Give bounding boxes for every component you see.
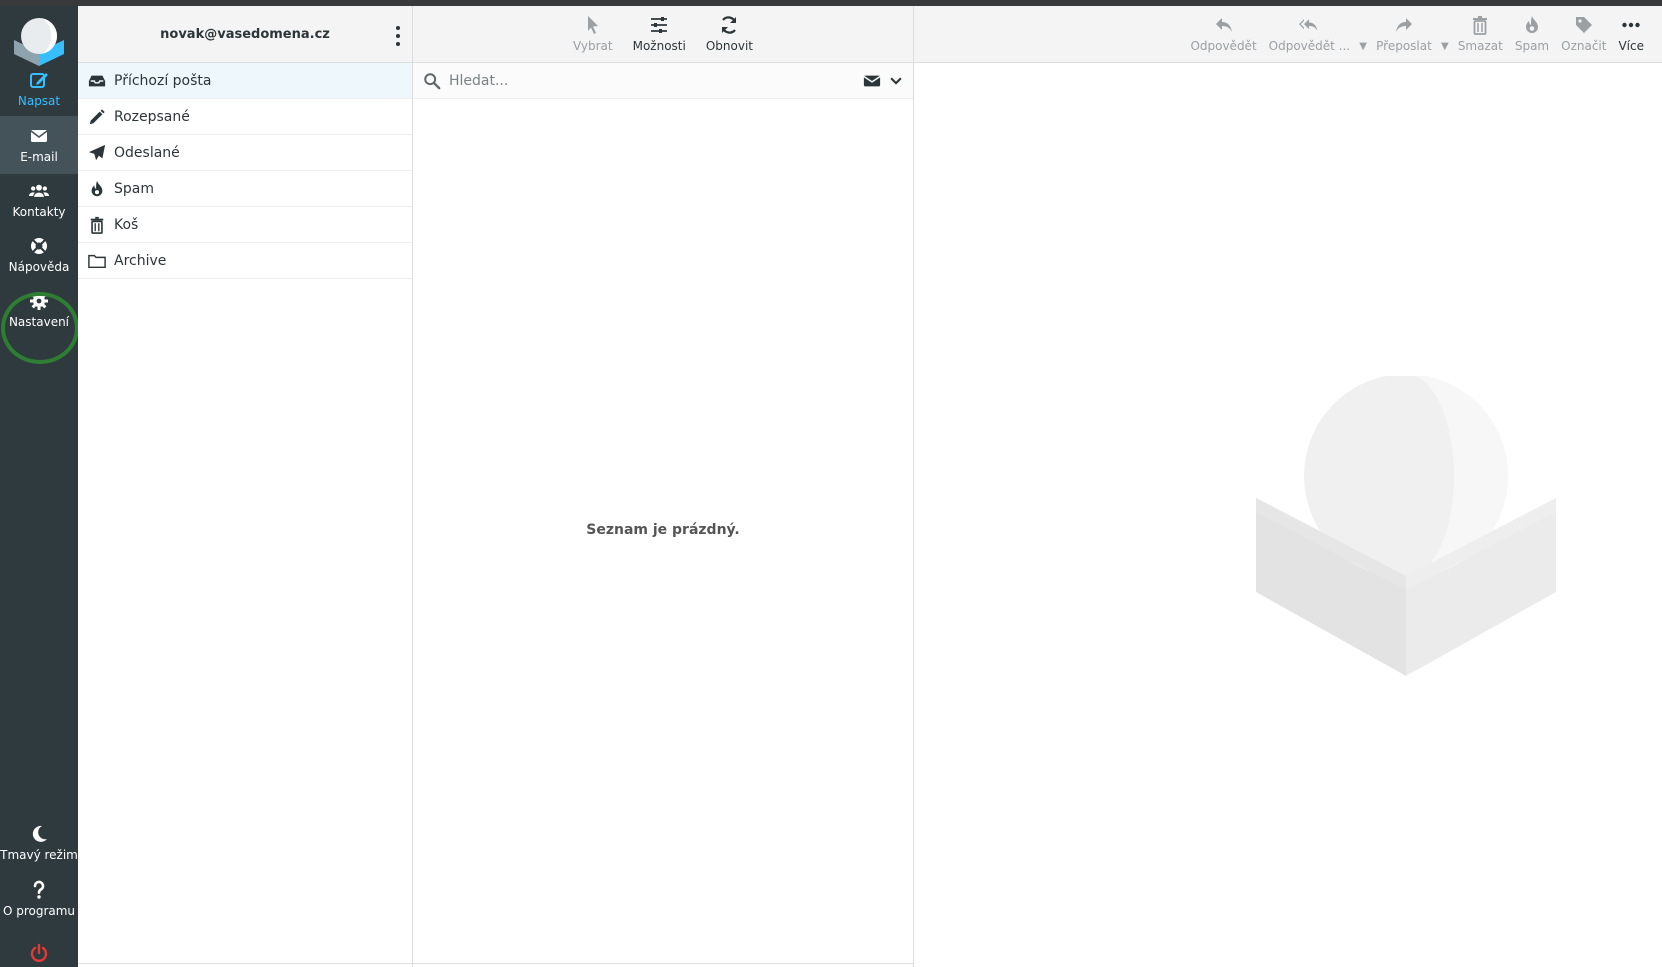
roundcube-logo[interactable] xyxy=(10,14,68,66)
message-preview-pane: Odpovědět Odpovědět ... ▼ Přeposlat ▼ Sm… xyxy=(914,6,1662,967)
forward-button[interactable]: Přeposlat xyxy=(1370,15,1438,53)
users-icon xyxy=(29,184,49,197)
reply-icon xyxy=(1215,18,1232,32)
trash-icon xyxy=(1473,16,1488,35)
tag-icon xyxy=(1575,17,1592,33)
folder-spam[interactable]: Spam xyxy=(78,171,412,207)
refresh-label: Obnovit xyxy=(705,39,753,53)
spam-label: Spam xyxy=(1514,39,1550,53)
moon-icon xyxy=(32,825,47,842)
sliders-icon xyxy=(651,17,668,33)
power-icon xyxy=(30,943,48,962)
refresh-icon xyxy=(722,16,737,34)
envelope-icon xyxy=(30,130,48,142)
folder-archive[interactable]: Archive xyxy=(78,243,412,279)
nav-logout[interactable] xyxy=(0,943,78,967)
forward-icon xyxy=(1395,18,1412,32)
mark-label: Označit xyxy=(1561,39,1607,53)
forward-dropdown-icon[interactable]: ▼ xyxy=(1438,16,1452,52)
folder-label: Koš xyxy=(114,216,139,233)
list-toolbar: Vybrat Možnosti Obnovit xyxy=(413,6,913,63)
lifebuoy-icon xyxy=(31,238,47,254)
spam-button[interactable]: Spam xyxy=(1509,15,1555,53)
nav-settings-label: Nastavení xyxy=(8,315,70,329)
nav-compose-label: Napsat xyxy=(17,94,61,108)
delete-label: Smazat xyxy=(1457,39,1503,53)
message-list-panel: Vybrat Možnosti Obnovit Hledat... Seznam… xyxy=(413,6,914,967)
question-icon xyxy=(33,880,45,899)
select-label: Vybrat xyxy=(573,39,613,53)
compose-icon xyxy=(30,73,48,88)
nav-contacts[interactable]: Kontakty xyxy=(0,171,78,229)
nav-email-label: E-mail xyxy=(20,150,58,164)
delete-button[interactable]: Smazat xyxy=(1452,15,1509,53)
empty-list-message: Seznam je prázdný. xyxy=(586,522,740,538)
folder-inbox[interactable]: Příchozí pošta xyxy=(78,63,412,99)
nav-help[interactable]: Nápověda xyxy=(0,226,78,284)
more-button[interactable]: Více xyxy=(1612,15,1650,53)
trash-icon xyxy=(90,216,104,234)
reply-label: Odpovědět xyxy=(1190,39,1257,53)
nav-about[interactable]: O programu xyxy=(0,870,78,928)
paper-plane-icon xyxy=(88,144,106,160)
folder-label: Archive xyxy=(114,252,167,269)
reply-all-dropdown-icon[interactable]: ▼ xyxy=(1356,16,1370,52)
account-email: novak@vasedomena.cz xyxy=(160,26,330,42)
nav-dark-mode-label: Tmavý režim xyxy=(0,848,78,862)
nav-contacts-label: Kontakty xyxy=(12,205,66,219)
more-label: Více xyxy=(1618,39,1644,53)
chevron-down-icon[interactable] xyxy=(889,74,903,88)
select-button[interactable]: Vybrat xyxy=(567,15,619,53)
reply-all-button[interactable]: Odpovědět ... xyxy=(1263,15,1356,53)
account-menu-icon[interactable] xyxy=(392,26,404,46)
message-list-footer xyxy=(413,963,913,967)
search-icon[interactable] xyxy=(423,72,441,90)
reply-all-label: Odpovědět ... xyxy=(1268,39,1351,53)
folder-label: Rozepsané xyxy=(114,108,190,125)
nav-email[interactable]: E-mail xyxy=(0,116,78,174)
search-bar: Hledat... xyxy=(413,63,913,99)
folder-label: Příchozí pošta xyxy=(114,72,212,89)
nav-compose[interactable]: Napsat xyxy=(0,60,78,118)
folder-drafts[interactable]: Rozepsané xyxy=(78,99,412,135)
main-navigation: Napsat E-mail Kontakty Nápověda Nastaven… xyxy=(0,6,78,967)
forward-label: Přeposlat xyxy=(1376,39,1432,53)
envelope-filter-icon[interactable] xyxy=(863,72,881,90)
fire-icon xyxy=(1525,16,1538,33)
folder-panel: novak@vasedomena.cz Příchozí pošta Rozep… xyxy=(78,6,413,967)
nav-settings[interactable]: Nastavení xyxy=(0,281,78,339)
more-icon xyxy=(1622,22,1640,28)
search-input[interactable]: Hledat... xyxy=(449,73,863,89)
mark-button[interactable]: Označit xyxy=(1555,15,1612,53)
gear-icon xyxy=(30,292,48,310)
folder-panel-footer xyxy=(78,963,412,967)
folder-trash[interactable]: Koš xyxy=(78,207,412,243)
message-toolbar: Odpovědět Odpovědět ... ▼ Přeposlat ▼ Sm… xyxy=(914,6,1662,63)
reply-all-icon xyxy=(1299,19,1318,31)
fire-icon xyxy=(91,180,103,196)
folder-label: Odeslané xyxy=(114,144,180,161)
roundcube-watermark-logo xyxy=(1256,376,1556,676)
options-label: Možnosti xyxy=(632,39,686,53)
cursor-icon xyxy=(587,16,598,34)
folder-label: Spam xyxy=(114,180,154,197)
nav-about-label: O programu xyxy=(2,904,76,918)
reply-button[interactable]: Odpovědět xyxy=(1184,15,1262,53)
inbox-icon xyxy=(88,75,106,86)
options-button[interactable]: Možnosti xyxy=(627,15,692,53)
refresh-button[interactable]: Obnovit xyxy=(700,15,759,53)
pencil-icon xyxy=(89,108,105,124)
nav-help-label: Nápověda xyxy=(8,260,70,274)
folder-panel-header: novak@vasedomena.cz xyxy=(78,6,412,63)
folder-icon xyxy=(88,254,106,268)
nav-dark-mode[interactable]: Tmavý režim xyxy=(0,814,78,872)
folder-sent[interactable]: Odeslané xyxy=(78,135,412,171)
